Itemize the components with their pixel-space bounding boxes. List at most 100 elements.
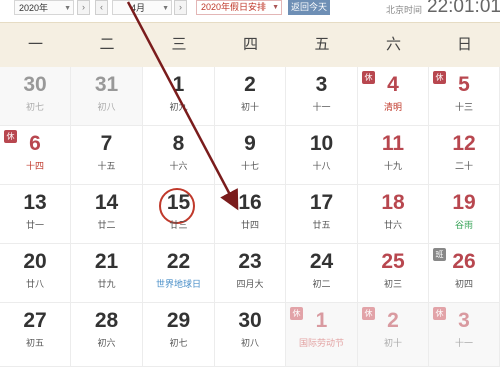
lunar-date-label: 廿六 — [383, 220, 402, 230]
day-number: 1 — [172, 73, 185, 96]
lunar-date-label: 初八 — [97, 102, 116, 112]
day-cell[interactable]: 8 十六 — [143, 126, 215, 185]
day-number: 24 — [309, 250, 334, 273]
day-cell[interactable]: 休 5 十三 — [429, 67, 500, 126]
lunar-date-label: 十一 — [312, 102, 331, 112]
day-cell[interactable]: 休 2 初十 — [358, 303, 429, 367]
holiday-select[interactable]: 2020年假日安排 ▼ — [196, 0, 282, 15]
weekday-thu: 四 — [242, 36, 258, 53]
lunar-date-label: 初十 — [383, 338, 402, 348]
day-number: 30 — [23, 73, 47, 96]
back-to-today-button[interactable]: 返回今天 — [288, 0, 330, 15]
day-cell[interactable]: 16 廿四 — [215, 185, 286, 244]
day-cell[interactable]: 19 谷雨 — [429, 185, 500, 244]
day-cell[interactable]: 1 初九 — [143, 67, 215, 126]
day-cell[interactable]: 12 二十 — [429, 126, 500, 185]
day-number: 25 — [381, 250, 405, 273]
day-cell[interactable]: 13 廿一 — [0, 185, 71, 244]
holiday-select-value: 2020年假日安排 — [201, 2, 267, 12]
day-cell[interactable]: 7 十五 — [71, 126, 143, 185]
prev-month-button[interactable]: ‹ — [95, 0, 108, 15]
lunar-date-label: 廿一 — [25, 220, 44, 230]
chevron-right-icon: › — [179, 2, 182, 12]
lunar-date-label: 初四 — [454, 279, 473, 289]
day-cell[interactable]: 18 廿六 — [358, 185, 429, 244]
day-cell[interactable]: 班 26 初四 — [429, 244, 500, 303]
weekday-sat: 六 — [385, 36, 401, 53]
day-number: 5 — [458, 73, 470, 96]
day-cell[interactable]: 25 初三 — [358, 244, 429, 303]
month-select[interactable]: 4月 ▼ — [112, 0, 172, 15]
day-number: 11 — [381, 132, 405, 155]
day-number: 14 — [94, 191, 119, 214]
year-select[interactable]: 2020年 ▼ — [14, 0, 74, 15]
day-cell[interactable]: 休 3 十一 — [429, 303, 500, 367]
day-cell[interactable]: 24 初二 — [286, 244, 358, 303]
day-cell[interactable]: 17 廿五 — [286, 185, 358, 244]
day-cell[interactable]: 休 4 清明 — [358, 67, 429, 126]
lunar-date-label: 廿三 — [169, 220, 188, 230]
day-cell[interactable]: 23 四月大 — [215, 244, 286, 303]
day-cell[interactable]: 30 初七 — [0, 67, 71, 126]
lunar-date-label: 初五 — [25, 338, 44, 348]
day-cell[interactable]: 30 初八 — [215, 303, 286, 367]
clock-display: 22:01:01 — [427, 0, 500, 17]
lunar-date-label: 初三 — [383, 279, 402, 289]
day-number: 7 — [100, 132, 113, 155]
lunar-date-label: 初二 — [312, 279, 331, 289]
day-number: 9 — [244, 132, 256, 155]
month-select-value: 4月 — [131, 3, 146, 13]
lunar-date-label: 十四 — [25, 161, 44, 171]
day-cell[interactable]: 11 十九 — [358, 126, 429, 185]
day-cell[interactable]: 22 世界地球日 — [143, 244, 215, 303]
day-number: 26 — [452, 250, 476, 273]
day-number: 2 — [387, 309, 399, 332]
day-number: 6 — [29, 132, 41, 155]
chevron-down-icon: ▼ — [272, 4, 279, 11]
weekday-tue: 二 — [99, 36, 115, 53]
timezone-label: 北京时间 — [386, 5, 423, 15]
day-cell[interactable]: 21 廿九 — [71, 244, 143, 303]
lunar-date-label: 二十 — [454, 161, 473, 171]
day-cell[interactable]: 27 初五 — [0, 303, 71, 367]
lunar-date-label: 世界地球日 — [155, 279, 201, 289]
chevron-down-icon: ▼ — [64, 5, 71, 12]
day-cell[interactable]: 31 初八 — [71, 67, 143, 126]
day-number: 16 — [238, 191, 262, 214]
next-month-button[interactable]: › — [174, 0, 187, 15]
day-number: 20 — [23, 250, 47, 273]
day-number: 19 — [452, 191, 476, 214]
day-cell[interactable]: 3 十一 — [286, 67, 358, 126]
day-cell[interactable]: 29 初七 — [143, 303, 215, 367]
day-cell[interactable]: 休 6 十四 — [0, 126, 71, 185]
lunar-date-label: 初七 — [169, 338, 188, 348]
lunar-date-label: 十七 — [240, 161, 259, 171]
day-cell[interactable]: 9 十七 — [215, 126, 286, 185]
day-cell[interactable]: 20 廿八 — [0, 244, 71, 303]
day-number: 29 — [166, 309, 191, 332]
day-number: 18 — [381, 191, 405, 214]
day-number: 2 — [244, 73, 256, 96]
day-cell[interactable]: 14 廿二 — [71, 185, 143, 244]
day-cell[interactable]: 休 1 国际劳动节 — [286, 303, 358, 367]
lunar-date-label: 廿二 — [97, 220, 116, 230]
day-cell[interactable]: 10 十八 — [286, 126, 358, 185]
day-number: 23 — [238, 250, 262, 273]
lunar-date-label: 初七 — [25, 102, 44, 112]
lunar-date-label: 十五 — [97, 161, 116, 171]
lunar-date-label: 廿八 — [25, 279, 44, 289]
lunar-date-label: 清明 — [383, 102, 402, 112]
day-number: 10 — [309, 132, 334, 155]
day-number: 1 — [315, 309, 328, 332]
day-number: 17 — [309, 191, 334, 214]
lunar-date-label: 国际劳动节 — [298, 338, 344, 348]
day-number: 21 — [94, 250, 119, 273]
day-number: 28 — [94, 309, 119, 332]
weekday-fri: 五 — [314, 36, 330, 53]
prev-year-button[interactable]: › — [77, 0, 90, 15]
day-cell[interactable]: 28 初六 — [71, 303, 143, 367]
day-cell[interactable]: 15 廿三 — [143, 185, 215, 244]
chevron-left-icon: ‹ — [100, 2, 103, 12]
day-cell[interactable]: 2 初十 — [215, 67, 286, 126]
lunar-date-label: 四月大 — [236, 279, 264, 289]
